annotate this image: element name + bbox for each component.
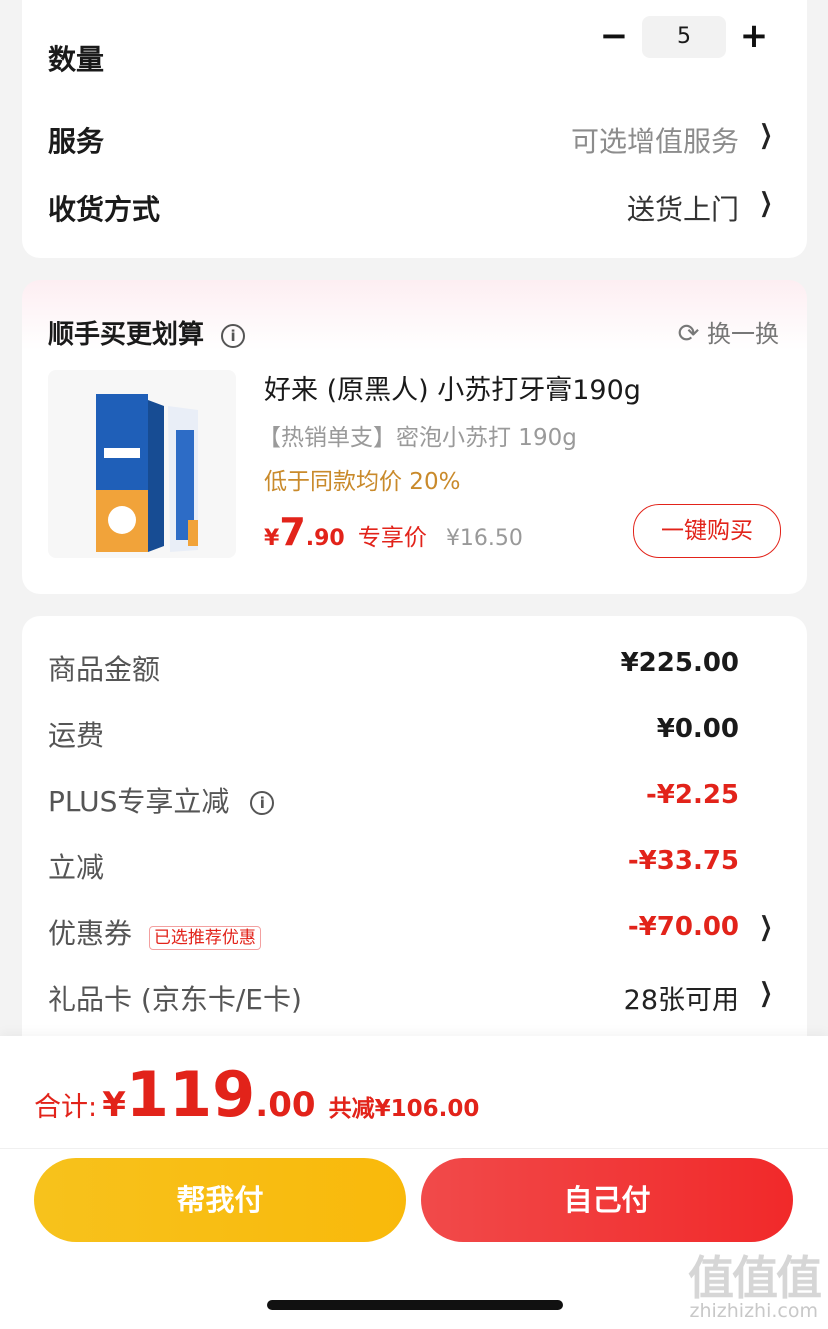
shipping-value: ¥0.00 bbox=[656, 714, 739, 744]
giftcard-chevron-icon[interactable]: ❯ bbox=[760, 978, 773, 1008]
service-chevron-icon[interactable]: ❯ bbox=[760, 120, 773, 150]
instant-discount-value: -¥33.75 bbox=[627, 846, 739, 876]
product-subtitle: 【热销单支】密泡小苏打 190g bbox=[258, 425, 577, 451]
swap-label: 换一换 bbox=[707, 320, 779, 348]
plus-discount-text: PLUS专享立减 bbox=[48, 785, 230, 818]
product-name[interactable]: 好来 (原黑人) 小苏打牙膏190g bbox=[264, 368, 641, 407]
delivery-chevron-icon[interactable]: ❯ bbox=[760, 188, 773, 218]
watermark-logo: 值值值 bbox=[688, 1251, 822, 1305]
price-decimal: .90 bbox=[305, 526, 345, 551]
plus-discount-value: -¥2.25 bbox=[645, 780, 739, 810]
total-line: 合计: ¥119.00 共减¥106.00 bbox=[34, 1058, 479, 1131]
product-price-line: ¥7.90 专享价 ¥16.50 bbox=[264, 510, 523, 554]
addon-title: 顺手买更划算 i bbox=[48, 314, 246, 351]
giftcard-label[interactable]: 礼品卡 (京东卡/E卡) bbox=[48, 978, 302, 1018]
info-icon[interactable]: i bbox=[250, 791, 275, 815]
total-symbol: ¥ bbox=[102, 1085, 126, 1125]
original-price: ¥16.50 bbox=[445, 526, 523, 551]
refresh-icon: ⟳ bbox=[677, 319, 700, 349]
delivery-value[interactable]: 送货上门 bbox=[627, 188, 739, 228]
total-saved: 共减¥106.00 bbox=[328, 1096, 480, 1122]
quantity-plus-button[interactable]: + bbox=[734, 16, 774, 56]
addon-title-text: 顺手买更划算 bbox=[48, 320, 205, 350]
plus-discount-label: PLUS专享立减 i bbox=[48, 780, 275, 820]
product-promo: 低于同款均价 20% bbox=[264, 469, 461, 495]
instant-discount-label: 立减 bbox=[48, 851, 105, 884]
goods-amount-label: 商品金额 bbox=[48, 653, 161, 686]
swap-button[interactable]: ⟳ 换一换 bbox=[678, 314, 779, 349]
price-summary-card: 商品金额 ¥225.00 运费 ¥0.00 PLUS专享立减 i -¥2.25 … bbox=[22, 616, 807, 1056]
coupon-value[interactable]: -¥70.00 bbox=[628, 912, 739, 942]
coupon-tag: 已选推荐优惠 bbox=[148, 925, 261, 950]
quantity-label: 数量 bbox=[48, 43, 105, 76]
product-image[interactable] bbox=[48, 370, 236, 558]
watermark-url: zhizhizhi.com bbox=[689, 1300, 818, 1322]
service-label: 服务 bbox=[48, 125, 105, 158]
coupon-text: 优惠券 bbox=[48, 917, 133, 950]
addon-card: 顺手买更划算 i ⟳ 换一换 好来 (原黑人) 小苏打牙膏190g 【热销单支】… bbox=[22, 280, 807, 594]
one-click-buy-button[interactable]: 一键购买 bbox=[633, 504, 781, 558]
bottom-bar: 合计: ¥119.00 共减¥106.00 帮我付 自己付 值值值 zhizhi… bbox=[0, 1036, 828, 1329]
total-label: 合计: bbox=[34, 1092, 98, 1123]
coupon-label[interactable]: 优惠券 已选推荐优惠 bbox=[48, 912, 261, 952]
home-indicator bbox=[267, 1300, 563, 1310]
price-tag: 专享价 bbox=[357, 525, 427, 551]
total-decimal: .00 bbox=[255, 1085, 316, 1125]
bottom-divider bbox=[0, 1148, 828, 1149]
quantity-input[interactable]: 5 bbox=[642, 16, 726, 58]
toothpaste-image-icon bbox=[96, 394, 198, 552]
order-options-card: 数量 − 5 + 服务 可选增值服务 ❯ 收货方式 送货上门 ❯ bbox=[22, 0, 807, 258]
help-pay-button[interactable]: 帮我付 bbox=[34, 1158, 406, 1242]
self-pay-button[interactable]: 自己付 bbox=[421, 1158, 793, 1242]
delivery-label: 收货方式 bbox=[48, 193, 161, 226]
goods-amount-value: ¥225.00 bbox=[620, 648, 739, 678]
giftcard-value[interactable]: 28张可用 bbox=[624, 978, 739, 1017]
price-integer: 7 bbox=[279, 510, 306, 554]
service-value[interactable]: 可选增值服务 bbox=[571, 120, 739, 160]
info-icon[interactable]: i bbox=[221, 323, 246, 348]
shipping-label: 运费 bbox=[48, 719, 105, 752]
total-integer: 119 bbox=[125, 1058, 256, 1131]
coupon-chevron-icon[interactable]: ❯ bbox=[760, 912, 773, 942]
quantity-minus-button[interactable]: − bbox=[594, 16, 634, 56]
price-symbol: ¥ bbox=[264, 526, 280, 551]
